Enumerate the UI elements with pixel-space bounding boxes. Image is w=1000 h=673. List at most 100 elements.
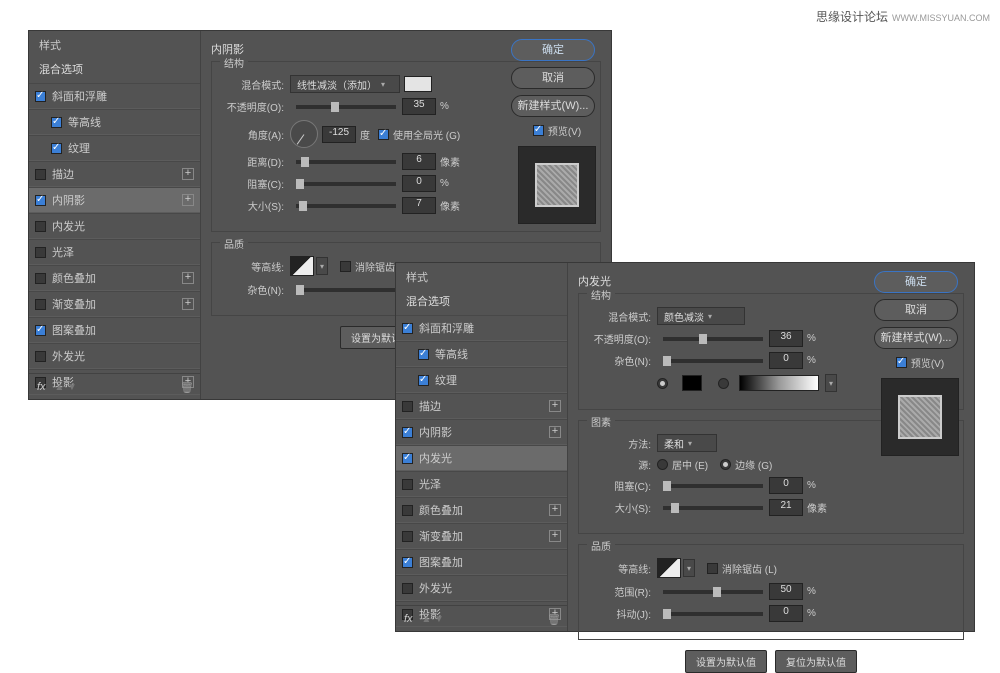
style-checkbox[interactable] [35, 299, 46, 310]
antialias-checkbox[interactable] [707, 563, 718, 574]
size-input[interactable]: 21 [769, 499, 803, 516]
jitter-slider[interactable] [663, 612, 763, 616]
glow-color-swatch[interactable] [682, 375, 702, 391]
style-item[interactable]: 等高线 [396, 341, 567, 367]
add-effect-icon[interactable]: + [549, 504, 561, 516]
opacity-input[interactable]: 35 [402, 98, 436, 115]
choke-input[interactable]: 0 [402, 175, 436, 192]
style-checkbox[interactable] [35, 351, 46, 362]
noise-slider[interactable] [663, 359, 763, 363]
style-checkbox[interactable] [402, 401, 413, 412]
choke-slider[interactable] [663, 484, 763, 488]
style-checkbox[interactable] [51, 143, 62, 154]
opacity-slider[interactable] [296, 105, 396, 109]
contour-dropdown-arrow[interactable]: ▾ [316, 257, 328, 275]
size-slider[interactable] [296, 204, 396, 208]
style-item[interactable]: 内阴影+ [396, 419, 567, 445]
new-style-button[interactable]: 新建样式(W)... [874, 327, 958, 349]
choke-input[interactable]: 0 [769, 477, 803, 494]
style-checkbox[interactable] [35, 169, 46, 180]
trash-icon[interactable]: 🗑 [547, 613, 559, 625]
style-checkbox[interactable] [402, 453, 413, 464]
blend-mode-dropdown[interactable]: 线性减淡（添加）▾ [290, 75, 400, 93]
style-checkbox[interactable] [35, 195, 46, 206]
distance-input[interactable]: 6 [402, 153, 436, 170]
style-checkbox[interactable] [35, 247, 46, 258]
preview-checkbox[interactable] [533, 125, 544, 136]
range-slider[interactable] [663, 590, 763, 594]
style-item[interactable]: 颜色叠加+ [29, 265, 200, 291]
style-checkbox[interactable] [402, 427, 413, 438]
style-item[interactable]: 外发光 [29, 343, 200, 369]
trash-icon[interactable]: 🗑 [180, 381, 192, 393]
size-input[interactable]: 7 [402, 197, 436, 214]
style-checkbox[interactable] [35, 221, 46, 232]
range-input[interactable]: 50 [769, 583, 803, 600]
style-item[interactable]: 斜面和浮雕 [396, 315, 567, 341]
add-effect-icon[interactable]: + [549, 426, 561, 438]
fx-icon[interactable]: fx [404, 613, 413, 625]
gradient-radio[interactable] [718, 378, 729, 389]
color-radio[interactable] [657, 378, 668, 389]
style-item[interactable]: 图案叠加 [396, 549, 567, 575]
gradient-picker[interactable] [739, 375, 819, 391]
style-item[interactable]: 渐变叠加+ [29, 291, 200, 317]
add-effect-icon[interactable]: + [182, 272, 194, 284]
style-item[interactable]: 内发光 [396, 445, 567, 471]
style-item[interactable]: 纹理 [29, 135, 200, 161]
style-checkbox[interactable] [51, 117, 62, 128]
preview-checkbox[interactable] [896, 357, 907, 368]
source-edge-radio[interactable] [720, 459, 731, 470]
style-item[interactable]: 内阴影+ [29, 187, 200, 213]
blend-options[interactable]: 混合选项 [396, 289, 567, 315]
style-item[interactable]: 斜面和浮雕 [29, 83, 200, 109]
new-style-button[interactable]: 新建样式(W)... [511, 95, 595, 117]
ok-button[interactable]: 确定 [511, 39, 595, 61]
style-item[interactable]: 外发光 [396, 575, 567, 601]
style-item[interactable]: 等高线 [29, 109, 200, 135]
arrows-icon[interactable]: ▲ ▼ [419, 614, 444, 625]
contour-picker[interactable] [657, 558, 681, 578]
style-item[interactable]: 内发光 [29, 213, 200, 239]
contour-picker[interactable] [290, 256, 314, 276]
style-item[interactable]: 渐变叠加+ [396, 523, 567, 549]
blend-options[interactable]: 混合选项 [29, 57, 200, 83]
contour-dropdown-arrow[interactable]: ▾ [683, 559, 695, 577]
fx-icon[interactable]: fx [37, 381, 46, 393]
noise-slider[interactable] [296, 288, 396, 292]
distance-slider[interactable] [296, 160, 396, 164]
style-checkbox[interactable] [402, 583, 413, 594]
add-effect-icon[interactable]: + [182, 194, 194, 206]
source-center-radio[interactable] [657, 459, 668, 470]
style-checkbox[interactable] [402, 531, 413, 542]
add-effect-icon[interactable]: + [549, 530, 561, 542]
style-checkbox[interactable] [35, 273, 46, 284]
blend-mode-dropdown[interactable]: 颜色减淡▾ [657, 307, 745, 325]
make-default-button[interactable]: 设置为默认值 [685, 650, 767, 673]
style-checkbox[interactable] [418, 375, 429, 386]
style-checkbox[interactable] [402, 323, 413, 334]
opacity-slider[interactable] [663, 337, 763, 341]
antialias-checkbox[interactable] [340, 261, 351, 272]
choke-slider[interactable] [296, 182, 396, 186]
noise-input[interactable]: 0 [769, 352, 803, 369]
style-item[interactable]: 光泽 [29, 239, 200, 265]
style-checkbox[interactable] [35, 91, 46, 102]
color-swatch[interactable] [404, 76, 432, 92]
style-item[interactable]: 描边+ [396, 393, 567, 419]
style-item[interactable]: 光泽 [396, 471, 567, 497]
add-effect-icon[interactable]: + [182, 168, 194, 180]
style-item[interactable]: 颜色叠加+ [396, 497, 567, 523]
style-item[interactable]: 描边+ [29, 161, 200, 187]
opacity-input[interactable]: 36 [769, 330, 803, 347]
style-item[interactable]: 纹理 [396, 367, 567, 393]
angle-wheel[interactable] [290, 120, 318, 148]
arrows-icon[interactable]: ▲ ▼ [52, 382, 77, 393]
cancel-button[interactable]: 取消 [874, 299, 958, 321]
gradient-dropdown-arrow[interactable]: ▾ [825, 374, 837, 392]
method-dropdown[interactable]: 柔和▾ [657, 434, 717, 452]
ok-button[interactable]: 确定 [874, 271, 958, 293]
style-checkbox[interactable] [35, 325, 46, 336]
add-effect-icon[interactable]: + [182, 298, 194, 310]
global-light-checkbox[interactable] [378, 129, 389, 140]
